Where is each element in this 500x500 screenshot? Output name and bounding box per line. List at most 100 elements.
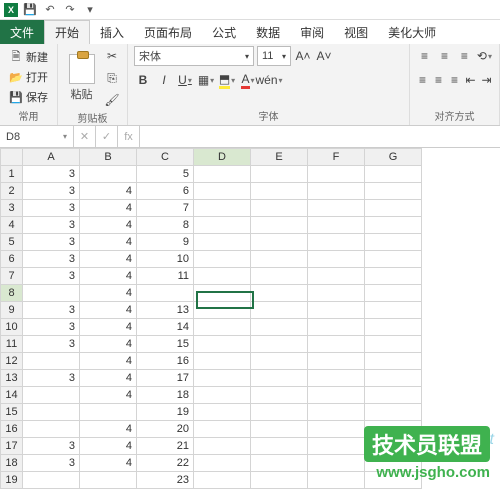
cell[interactable]: [23, 387, 80, 404]
cell[interactable]: [365, 472, 422, 489]
cell[interactable]: [365, 404, 422, 421]
bold-button[interactable]: B: [134, 70, 152, 90]
cell[interactable]: 3: [23, 166, 80, 183]
cell[interactable]: [251, 302, 308, 319]
name-box[interactable]: D8▾: [0, 126, 74, 147]
cell[interactable]: 18: [137, 387, 194, 404]
row-header[interactable]: 15: [1, 404, 23, 421]
cell[interactable]: [365, 200, 422, 217]
cell[interactable]: 20: [137, 421, 194, 438]
cell[interactable]: 15: [137, 336, 194, 353]
col-header-A[interactable]: A: [23, 149, 80, 166]
decrease-font-button[interactable]: A˅: [315, 46, 333, 66]
cell[interactable]: [365, 285, 422, 302]
cell[interactable]: [194, 251, 251, 268]
cell[interactable]: 5: [137, 166, 194, 183]
formula-bar[interactable]: [140, 126, 500, 147]
row-header[interactable]: 5: [1, 234, 23, 251]
save-button[interactable]: 💾保存: [6, 88, 51, 106]
cell[interactable]: [194, 183, 251, 200]
cell[interactable]: [194, 387, 251, 404]
cell[interactable]: [251, 285, 308, 302]
cell[interactable]: 22: [137, 455, 194, 472]
cell[interactable]: [251, 183, 308, 200]
tab-layout[interactable]: 页面布局: [134, 20, 202, 44]
fill-color-button[interactable]: ⬒: [218, 70, 236, 90]
tab-file[interactable]: 文件: [0, 20, 44, 44]
align-middle-button[interactable]: ≡: [436, 46, 453, 66]
row-header[interactable]: 17: [1, 438, 23, 455]
indent-dec-button[interactable]: ⇤: [464, 70, 477, 90]
cell[interactable]: 4: [80, 421, 137, 438]
cell[interactable]: 3: [23, 183, 80, 200]
cell[interactable]: 4: [80, 353, 137, 370]
underline-button[interactable]: U: [176, 70, 194, 90]
tab-beautify[interactable]: 美化大师: [378, 20, 446, 44]
row-header[interactable]: 12: [1, 353, 23, 370]
cell[interactable]: [23, 472, 80, 489]
cell[interactable]: [365, 302, 422, 319]
cell[interactable]: 4: [80, 336, 137, 353]
cell[interactable]: [23, 285, 80, 302]
cell[interactable]: [251, 251, 308, 268]
cell[interactable]: [365, 319, 422, 336]
row-header[interactable]: 4: [1, 217, 23, 234]
cell[interactable]: 3: [23, 251, 80, 268]
cell[interactable]: [194, 421, 251, 438]
qat-save[interactable]: 💾: [22, 2, 38, 18]
cell[interactable]: [365, 234, 422, 251]
cell[interactable]: 8: [137, 217, 194, 234]
row-header[interactable]: 6: [1, 251, 23, 268]
cell[interactable]: [251, 319, 308, 336]
cell[interactable]: 14: [137, 319, 194, 336]
col-header-F[interactable]: F: [308, 149, 365, 166]
row-header[interactable]: 1: [1, 166, 23, 183]
cell[interactable]: 4: [80, 251, 137, 268]
cell[interactable]: [365, 183, 422, 200]
paste-button[interactable]: 粘贴: [64, 54, 99, 102]
cell[interactable]: 3: [23, 302, 80, 319]
row-header[interactable]: 18: [1, 455, 23, 472]
cell[interactable]: 3: [23, 217, 80, 234]
cell[interactable]: [194, 336, 251, 353]
cell[interactable]: [308, 472, 365, 489]
align-right-button[interactable]: ≡: [448, 70, 461, 90]
cell[interactable]: [308, 353, 365, 370]
cell[interactable]: [251, 234, 308, 251]
cell[interactable]: [194, 370, 251, 387]
cell[interactable]: [308, 200, 365, 217]
cell[interactable]: 11: [137, 268, 194, 285]
cell[interactable]: 4: [80, 268, 137, 285]
cancel-formula-button[interactable]: ✕: [74, 126, 96, 147]
grid[interactable]: ABCDEFG 13523463347434853496341073411849…: [0, 148, 422, 489]
border-button[interactable]: ▦: [197, 70, 215, 90]
cell[interactable]: [80, 404, 137, 421]
cell[interactable]: 6: [137, 183, 194, 200]
align-bottom-button[interactable]: ≡: [456, 46, 473, 66]
open-button[interactable]: 📂打开: [6, 68, 51, 86]
cell[interactable]: [194, 200, 251, 217]
cell[interactable]: 3: [23, 319, 80, 336]
cell[interactable]: [308, 370, 365, 387]
font-size-select[interactable]: 11▾: [257, 46, 291, 66]
cell[interactable]: [251, 438, 308, 455]
align-left-button[interactable]: ≡: [416, 70, 429, 90]
italic-button[interactable]: I: [155, 70, 173, 90]
cell[interactable]: [194, 234, 251, 251]
phonetic-button[interactable]: wén: [260, 70, 278, 90]
row-header[interactable]: 11: [1, 336, 23, 353]
cell[interactable]: 3: [23, 200, 80, 217]
col-header-G[interactable]: G: [365, 149, 422, 166]
cell[interactable]: 4: [80, 285, 137, 302]
cell[interactable]: 4: [80, 200, 137, 217]
cell[interactable]: [194, 353, 251, 370]
cell[interactable]: [251, 200, 308, 217]
row-header[interactable]: 16: [1, 421, 23, 438]
cell[interactable]: [23, 353, 80, 370]
select-all-corner[interactable]: [1, 149, 23, 166]
cell[interactable]: [308, 421, 365, 438]
cell[interactable]: [194, 302, 251, 319]
cell[interactable]: [80, 472, 137, 489]
cell[interactable]: [194, 319, 251, 336]
cell[interactable]: [308, 455, 365, 472]
